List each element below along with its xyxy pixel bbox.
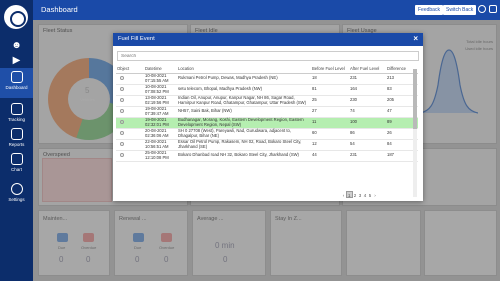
location-cell: setu telecom, Bhopal, Madhya Pradesh (NW…: [177, 84, 311, 96]
location-cell: NH57, Saini Bak, Bihar (NW): [177, 106, 311, 118]
table-row[interactable]: 10-08-2021 07:15:55 AM Rukmani Petrol Pum…: [116, 73, 418, 85]
dashboard-icon: [10, 71, 23, 83]
before-fuel-cell: 60: [311, 128, 349, 140]
object-cell: [116, 117, 144, 129]
next-page-button[interactable]: ›: [373, 192, 378, 199]
fuel-fill-modal: Fuel Fill Event × Object Datetime Locati…: [113, 33, 423, 201]
table-row[interactable]: 19-08-2021 07:39:47 AM NH57, Saini Bak, B…: [116, 106, 418, 118]
bell-icon[interactable]: ▶: [10, 55, 23, 66]
before-fuel-cell: 12: [311, 139, 349, 151]
object-radio[interactable]: [120, 86, 124, 91]
location-cell: Rukmani Petrol Pump, Dewas, Madhya Prade…: [177, 73, 311, 85]
after-fuel-cell: 230: [349, 95, 386, 107]
table-row[interactable]: 25-08-2021 12:10:08 PM Bokaro Dhanbad roa…: [116, 150, 418, 162]
reports-icon: [10, 128, 23, 140]
sidebar-item-settings[interactable]: Settings: [0, 180, 33, 210]
after-fuel-cell: 231: [349, 73, 386, 85]
table-row[interactable]: 22-08-2021 10:56:51 AM Essar Oil Petrol P…: [116, 139, 418, 151]
top-bar: Dashboard Feedback Switch Back: [33, 0, 500, 20]
datetime-cell: 19-08-2021 07:39:47 AM: [144, 106, 177, 118]
datetime-cell: 20-08-2021 02:36:06 AM: [144, 128, 177, 140]
after-fuel-cell: 86: [349, 128, 386, 140]
column-header[interactable]: Object: [116, 65, 144, 74]
location-cell: Indian Oil, Anupur, Anupur, Kanpur Nagar…: [177, 95, 311, 107]
app-logo[interactable]: [4, 5, 28, 29]
object-cell: [116, 73, 144, 85]
datetime-cell: 13-08-2021 02:19:56 PM: [144, 95, 177, 107]
object-radio[interactable]: [120, 152, 124, 157]
user-icon[interactable]: ☻: [10, 40, 23, 51]
user-profile-icon[interactable]: [478, 5, 486, 13]
before-fuel-cell: 11: [311, 117, 349, 129]
object-cell: [116, 139, 144, 151]
datetime-cell: 10-08-2021 07:15:55 AM: [144, 73, 177, 85]
close-icon[interactable]: ×: [413, 34, 418, 43]
modal-header: Fuel Fill Event ×: [113, 33, 423, 46]
sidebar-item-label: Reports: [8, 142, 25, 147]
chart-icon: [10, 153, 23, 165]
column-header[interactable]: Location: [177, 65, 311, 74]
table-row[interactable]: 13-08-2021 02:19:56 PM Indian Oil, Anupur…: [116, 95, 418, 107]
donut-label: Vehicles: [80, 97, 95, 102]
sidebar-item-label: Settings: [8, 197, 25, 202]
settings-gear-icon[interactable]: [489, 5, 497, 13]
object-radio[interactable]: [120, 130, 124, 135]
datetime-cell: 25-08-2021 12:10:08 PM: [144, 150, 177, 162]
before-fuel-cell: 18: [311, 73, 349, 85]
after-fuel-cell: 164: [349, 84, 386, 96]
object-cell: [116, 128, 144, 140]
switch-back-button[interactable]: Switch Back: [443, 5, 477, 15]
sidebar-item-label: Tracking: [7, 117, 26, 122]
datetime-cell: 19-08-2021 02:32:01 PM: [144, 117, 177, 129]
column-header[interactable]: After Fuel Level: [349, 65, 386, 74]
scrollbar-thumb[interactable]: [413, 69, 417, 129]
table-row[interactable]: 10-08-2021 07:08:52 PM setu telecom, Bhop…: [116, 84, 418, 96]
column-header[interactable]: Datetime: [144, 65, 177, 74]
datetime-cell: 22-08-2021 10:56:51 AM: [144, 139, 177, 151]
feedback-button[interactable]: Feedback: [415, 5, 443, 15]
object-cell: [116, 150, 144, 162]
object-cell: [116, 84, 144, 96]
after-fuel-cell: 54: [349, 139, 386, 151]
sidebar-item-label: Dashboard: [5, 85, 28, 90]
sidebar: ☻ ▶ Dashboard Tracking Reports Chart Set…: [0, 0, 33, 281]
page-title: Dashboard: [41, 5, 78, 14]
before-fuel-cell: 25: [311, 95, 349, 107]
after-fuel-cell: 231: [349, 150, 386, 162]
object-cell: [116, 95, 144, 107]
modal-title: Fuel Fill Event: [118, 36, 155, 42]
settings-icon: [10, 183, 23, 195]
table-row[interactable]: 19-08-2021 02:32:01 PM Budhanagar, Morang…: [116, 117, 418, 129]
datetime-cell: 10-08-2021 07:08:52 PM: [144, 84, 177, 96]
table-scrollbar[interactable]: [413, 69, 417, 197]
table-header-row: Object Datetime Location Before Fuel Lev…: [116, 65, 418, 74]
before-fuel-cell: 27: [311, 106, 349, 118]
before-fuel-cell: 81: [311, 84, 349, 96]
object-radio[interactable]: [120, 97, 124, 102]
object-radio[interactable]: [120, 141, 124, 146]
object-radio[interactable]: [120, 75, 124, 80]
after-fuel-cell: 100: [349, 117, 386, 129]
column-header[interactable]: Before Fuel Level: [311, 65, 349, 74]
object-radio[interactable]: [120, 108, 124, 113]
donut-value: 5: [85, 86, 90, 95]
object-cell: [116, 106, 144, 118]
tracking-icon: [10, 103, 23, 115]
before-fuel-cell: 44: [311, 150, 349, 162]
location-cell: Budhanagar, Morang, Koshi, Eastern Devel…: [177, 117, 311, 129]
sidebar-item-chart[interactable]: Chart: [0, 150, 33, 180]
location-cell: Essar Oil Petrol Pump, Rakasem, NH 02, R…: [177, 139, 311, 151]
pagination: ‹ 1 2 3 4 5 ›: [341, 191, 378, 198]
location-cell: Bokaro Dhanbad road NH 32, Bokaro Steel …: [177, 150, 311, 162]
search-input[interactable]: [117, 51, 419, 61]
after-fuel-cell: 74: [349, 106, 386, 118]
location-cell: SH 0 27708 (West), Pareyawli, Nad, Gurud…: [177, 128, 311, 140]
sidebar-item-dashboard[interactable]: Dashboard: [0, 68, 33, 98]
table-row[interactable]: 20-08-2021 02:36:06 AM SH 0 27708 (West),…: [116, 128, 418, 140]
fuel-fill-table: Object Datetime Location Before Fuel Lev…: [116, 65, 418, 162]
sidebar-item-label: Chart: [10, 167, 22, 172]
object-radio[interactable]: [120, 119, 124, 124]
